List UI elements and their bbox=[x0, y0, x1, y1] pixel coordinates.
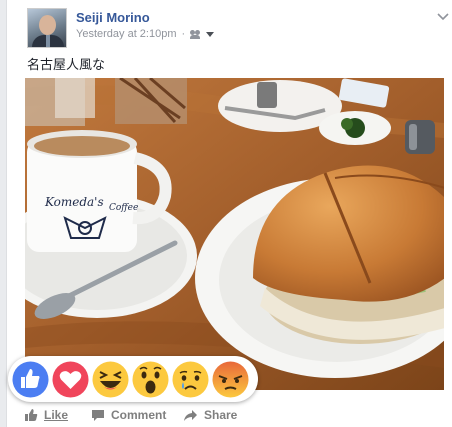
wow-reaction-icon bbox=[132, 361, 169, 397]
thumbs-up-icon bbox=[25, 409, 38, 421]
share-label: Share bbox=[204, 408, 238, 422]
cup-logo-line2: Coffee bbox=[109, 203, 138, 213]
friends-icon[interactable] bbox=[190, 29, 201, 39]
reaction-haha[interactable] bbox=[92, 361, 129, 398]
meta-separator: · bbox=[181, 28, 186, 40]
sad-reaction-icon bbox=[172, 361, 209, 397]
reaction-sad[interactable] bbox=[172, 361, 209, 398]
like-reaction-icon bbox=[12, 361, 49, 397]
reaction-like[interactable] bbox=[12, 361, 49, 398]
post-photo[interactable]: Komeda's Coffee bbox=[25, 78, 444, 390]
like-action[interactable]: Like bbox=[24, 408, 68, 422]
share-action[interactable]: Share bbox=[183, 408, 237, 422]
like-label: Like bbox=[44, 408, 69, 422]
share-icon bbox=[184, 409, 197, 421]
comment-icon bbox=[92, 409, 104, 421]
reaction-wow[interactable] bbox=[132, 361, 169, 398]
audience-caret-icon[interactable] bbox=[206, 31, 215, 37]
comment-label: Comment bbox=[111, 408, 167, 422]
reactions-bar bbox=[8, 356, 258, 402]
love-reaction-icon bbox=[52, 361, 89, 397]
coffee-sandwich-photo: Komeda's Coffee bbox=[25, 78, 444, 390]
haha-reaction-icon bbox=[92, 361, 129, 397]
chevron-down-icon[interactable] bbox=[437, 10, 449, 22]
reaction-love[interactable] bbox=[52, 361, 89, 398]
reaction-angry[interactable] bbox=[212, 361, 249, 398]
post-text: 名古屋人風な bbox=[27, 58, 106, 73]
post-meta: Yesterday at 2:10pm · bbox=[76, 28, 215, 40]
comment-action[interactable]: Comment bbox=[91, 408, 166, 422]
angry-reaction-icon bbox=[212, 361, 249, 397]
author-name[interactable]: Seiji Morino bbox=[76, 10, 150, 25]
cup-logo-line1: Komeda's bbox=[44, 195, 104, 209]
timestamp-link[interactable]: Yesterday at 2:10pm bbox=[76, 28, 177, 40]
avatar[interactable] bbox=[27, 8, 67, 48]
